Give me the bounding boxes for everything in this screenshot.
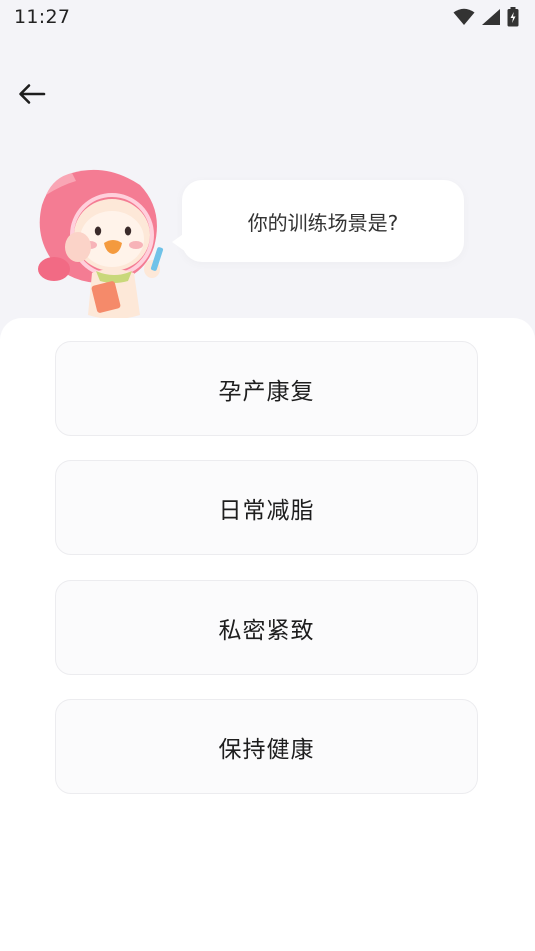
option-label: 保持健康 — [218, 736, 315, 763]
option-pregnancy-recovery[interactable]: 孕产康复 — [55, 341, 478, 436]
cellular-signal-icon — [481, 8, 501, 26]
option-label: 孕产康复 — [218, 378, 315, 405]
status-time: 11:27 — [14, 6, 71, 28]
option-label: 日常减脂 — [218, 497, 315, 524]
bubble-tail — [172, 232, 186, 252]
status-bar: 11:27 — [0, 0, 535, 36]
options-card: 孕产康复 日常减脂 私密紧致 保持健康 — [0, 318, 535, 951]
option-daily-fat-loss[interactable]: 日常减脂 — [55, 460, 478, 555]
wifi-icon — [453, 8, 475, 26]
battery-charging-icon — [507, 7, 519, 27]
option-pelvic-tightening[interactable]: 私密紧致 — [55, 580, 478, 675]
status-icons — [453, 7, 519, 27]
question-bubble: 你的训练场景是? — [172, 180, 464, 262]
option-label: 私密紧致 — [218, 617, 315, 644]
back-button[interactable] — [14, 80, 50, 112]
option-stay-healthy[interactable]: 保持健康 — [55, 699, 478, 794]
arrow-left-icon — [18, 83, 46, 109]
question-text: 你的训练场景是? — [247, 210, 399, 235]
mascot-illustration — [32, 165, 177, 325]
